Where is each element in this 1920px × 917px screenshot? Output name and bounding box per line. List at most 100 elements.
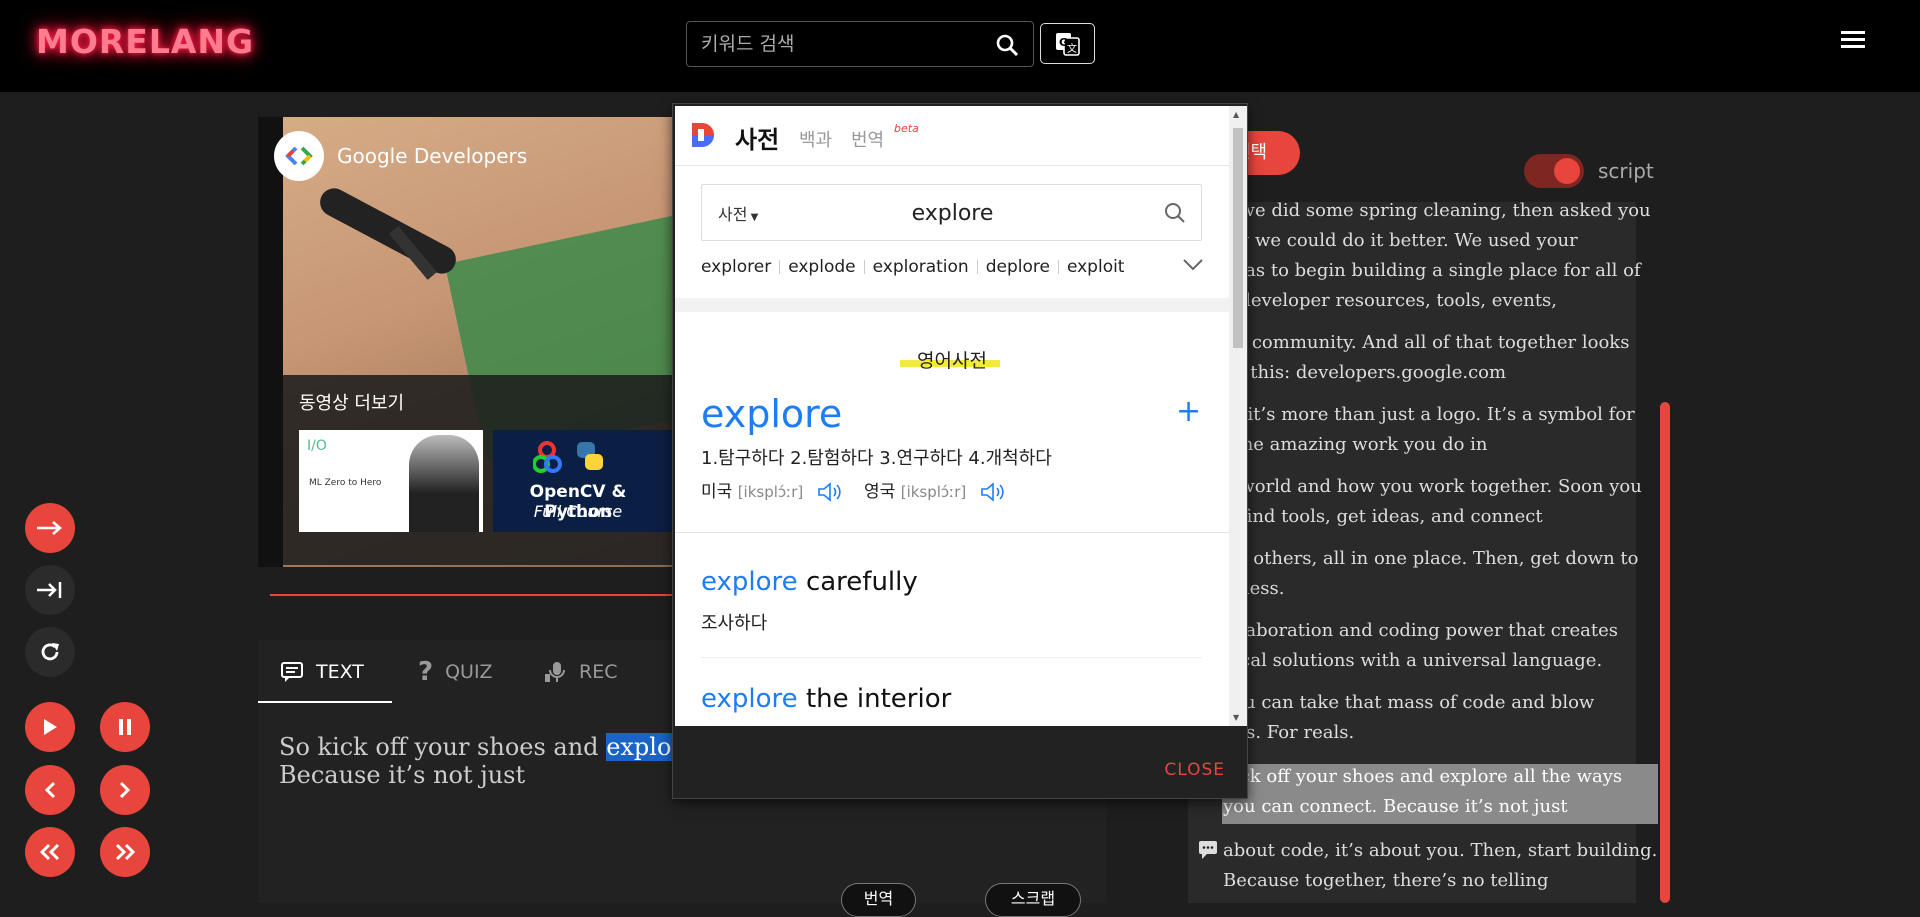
tab-quiz[interactable]: ? QUIZ (418, 655, 493, 689)
dictionary-query[interactable]: explore (702, 201, 1203, 226)
headword[interactable]: explore (701, 392, 842, 436)
text-icon (281, 662, 303, 682)
scroll-thumb[interactable] (1233, 128, 1243, 348)
scrap-button[interactable]: 스크랩 (985, 883, 1081, 917)
script-line[interactable]: gical solutions with a universal languag… (1223, 646, 1602, 676)
double-chevron-left-icon (39, 843, 60, 861)
comment-icon[interactable] (1198, 840, 1218, 860)
rewind-button[interactable] (25, 827, 75, 877)
close-button[interactable]: CLOSE (1164, 760, 1225, 780)
previous-button[interactable] (25, 765, 75, 815)
channel-avatar[interactable] (274, 131, 324, 181)
script-line[interactable]: e world and how you work together. Soon … (1223, 472, 1642, 502)
arrow-right-icon (37, 521, 62, 535)
pron-us: [iksplɔ́ːr] (737, 483, 804, 501)
script-line[interactable]: you can take that mass of code and blow (1223, 688, 1594, 718)
video-thumbnail[interactable]: I/O ML Zero to Hero (299, 430, 483, 532)
script-scrollbar[interactable] (1660, 402, 1670, 903)
current-script-text[interactable]: So kick off your shoes and explore Becau… (279, 733, 698, 789)
pause-icon (119, 719, 131, 735)
add-word-icon[interactable]: + (1176, 397, 1201, 427)
script-line[interactable]: n find tools, get ideas, and connect (1223, 502, 1543, 532)
script-line[interactable]: ut it’s more than just a logo. It’s a sy… (1223, 400, 1635, 430)
scroll-down-icon[interactable]: ▼ (1233, 713, 1239, 722)
script-toggle-label: script (1598, 159, 1654, 183)
section-title: 영어사전 (917, 350, 987, 372)
dictionary-content: 사전 백과 번역 beta 사전 ▼ explore explorer explo… (675, 106, 1229, 726)
thumbnail-io-text: I/O (307, 438, 327, 454)
more-videos-panel: 동영상 더보기 I/O ML Zero to Hero OpenCV & Pyt… (283, 375, 675, 565)
suggestion-item[interactable]: exploit (1067, 257, 1125, 277)
top-bar: MORELANG G 文 (0, 0, 1920, 92)
pron-uk: [iksplɔ́ːr] (900, 483, 967, 501)
script-line[interactable]: kick off your shoes and explore all the … (1223, 762, 1622, 792)
chevron-down-icon[interactable] (1183, 259, 1203, 271)
script-line[interactable]: o we did some spring cleaning, then aske… (1223, 196, 1651, 226)
script-line[interactable]: you can connect. Because it’s not just (1223, 792, 1568, 822)
channel-title[interactable]: Google Developers (337, 144, 527, 168)
question-icon: ? (418, 657, 434, 687)
translate-icon: G 文 (1056, 33, 1080, 56)
script-line[interactable]: deas to begin building a single place fo… (1223, 256, 1641, 286)
double-chevron-right-icon (115, 843, 136, 861)
script-line[interactable]: l the amazing work you do in (1223, 430, 1488, 460)
suggestion-item[interactable]: exploration (873, 257, 969, 277)
tab-text[interactable]: TEXT (280, 655, 364, 689)
video-thumbnail[interactable]: OpenCV & Python Full Course (493, 430, 675, 532)
dictionary-logo-icon (692, 123, 714, 147)
skip-to-end-button[interactable] (25, 565, 75, 615)
pause-button[interactable] (100, 702, 150, 752)
script-line[interactable]: ke this: developers.google.com (1223, 358, 1506, 388)
script-line[interactable]: about code, it’s about you. Then, start … (1223, 836, 1657, 866)
script-line[interactable]: e developer resources, tools, events, (1223, 286, 1557, 316)
translate-text-button[interactable]: 번역 (841, 883, 916, 917)
script-line[interactable]: ollaboration and coding power that creat… (1223, 616, 1618, 646)
script-line[interactable]: Because together, there’s no telling (1223, 866, 1549, 896)
example-meaning: 조사하다 (701, 613, 768, 634)
search-input[interactable] (701, 32, 971, 56)
word-meanings: 1.탐구하다 2.탐험하다 3.연구하다 4.개척하다 (701, 448, 1052, 469)
logo[interactable]: MORELANG (36, 22, 254, 61)
repeat-button[interactable] (25, 627, 75, 677)
play-button[interactable] (25, 702, 75, 752)
suggestion-item[interactable]: explorer (701, 257, 771, 277)
tab-translate[interactable]: 번역 (851, 126, 884, 152)
google-developers-icon (285, 146, 313, 166)
script-line[interactable]: ith others, all in one place. Then, get … (1223, 544, 1639, 574)
svg-text:文: 文 (1067, 42, 1077, 55)
script-line-2: Because it’s not just (279, 761, 526, 789)
suggestion-item[interactable]: deplore (986, 257, 1050, 277)
speaker-icon[interactable] (817, 482, 845, 502)
script-line[interactable]: nd community. And all of that together l… (1223, 328, 1629, 358)
opencv-python-logos (533, 441, 603, 473)
next-arrow-button[interactable] (25, 503, 75, 553)
dictionary-scrollbar[interactable]: ▲ ▼ (1229, 106, 1247, 726)
toggle-knob (1554, 158, 1580, 184)
translate-button[interactable]: G 文 (1040, 23, 1095, 64)
suggestions: explorer explode exploration deplore exploit (701, 257, 1124, 277)
suggestion-item[interactable]: explode (788, 257, 855, 277)
tab-dictionary[interactable]: 사전 (735, 120, 779, 155)
example-phrase[interactable]: explore carefully (701, 567, 918, 597)
next-button[interactable] (100, 765, 150, 815)
tab-label: QUIZ (445, 661, 493, 683)
script-toggle[interactable] (1524, 154, 1584, 188)
script-line[interactable]: ow we could do it better. We used your (1223, 226, 1578, 256)
progress-line[interactable] (270, 594, 675, 596)
tab-encyclopedia[interactable]: 백과 (799, 126, 832, 152)
tab-rec[interactable]: REC (543, 655, 617, 689)
tab-label: REC (579, 661, 618, 683)
speaker-icon[interactable] (980, 482, 1008, 502)
scroll-up-icon[interactable]: ▲ (1233, 110, 1239, 119)
search-icon[interactable] (1163, 201, 1187, 225)
fast-forward-button[interactable] (100, 827, 150, 877)
menu-icon[interactable] (1841, 31, 1865, 49)
divider (675, 532, 1229, 533)
video-scene-cable (315, 183, 461, 279)
divider (701, 657, 1202, 658)
dictionary-search-box[interactable]: 사전 ▼ explore (701, 184, 1202, 241)
search-icon[interactable] (995, 33, 1019, 57)
search-box (686, 21, 1034, 67)
example-phrase[interactable]: explore the interior (701, 684, 951, 714)
active-tab-underline (258, 701, 392, 703)
